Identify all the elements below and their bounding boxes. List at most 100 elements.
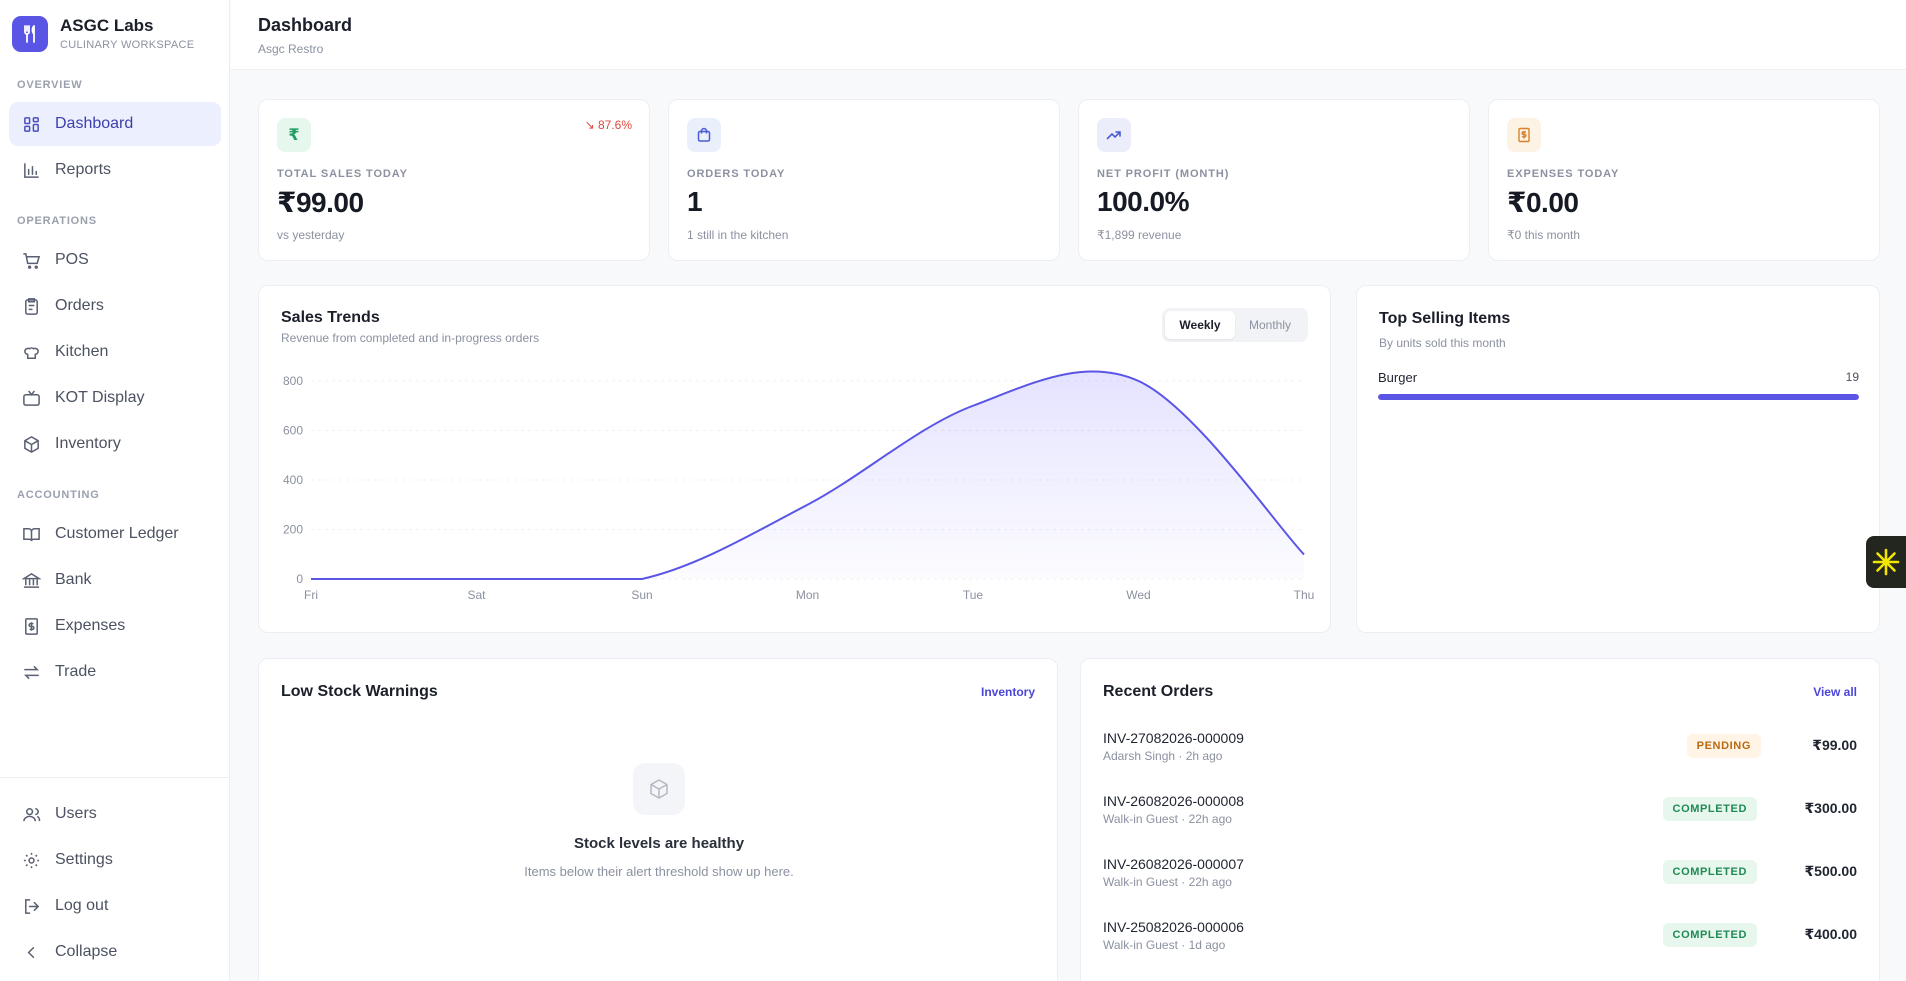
top-item-bar-track xyxy=(1378,394,1859,400)
stat-value: ₹99.00 xyxy=(277,187,364,218)
trending-up-icon xyxy=(1097,118,1131,152)
brand-subtitle: CULINARY WORKSPACE xyxy=(60,39,195,51)
card-title: Top Selling Items xyxy=(1379,310,1511,327)
sidebar-item-dashboard[interactable]: Dashboard xyxy=(9,102,221,146)
sidebar-item-label: Reports xyxy=(55,161,112,178)
sidebar-item-kot-display[interactable]: KOT Display xyxy=(9,376,221,420)
stat-trend: ↘ 87.6% xyxy=(584,118,632,132)
sidebar-item-pos[interactable]: POS xyxy=(9,238,221,282)
page-subtitle: Asgc Restro xyxy=(258,42,324,56)
status-badge: COMPLETED xyxy=(1662,860,1757,884)
utensils-icon xyxy=(12,16,48,52)
order-id: INV-25082026-000006 xyxy=(1103,919,1244,935)
page-title: Dashboard xyxy=(258,15,353,35)
stat-value: 100.0% xyxy=(1097,186,1189,217)
x-tick-label: Fri xyxy=(304,588,318,602)
sidebar-item-label: Kitchen xyxy=(55,343,109,360)
empty-state-subtitle: Items below their alert threshold show u… xyxy=(524,864,794,879)
x-tick-label: Mon xyxy=(796,588,819,602)
sidebar-item-label: POS xyxy=(55,251,89,268)
assistant-widget-button[interactable] xyxy=(1866,536,1906,588)
order-id: INV-27082026-000009 xyxy=(1103,730,1244,746)
series-area xyxy=(311,371,1304,579)
order-row[interactable]: INV-25082026-000006 Walk-in Guest · 1d a… xyxy=(1103,919,1857,963)
logout-icon xyxy=(25,898,40,914)
order-row[interactable]: INV-26082026-000007 Walk-in Guest · 22h … xyxy=(1103,856,1857,900)
stat-card-net-profit[interactable]: NET PROFIT (MONTH) 100.0% ₹1,899 revenue xyxy=(1078,99,1470,261)
stat-label: EXPENSES TODAY xyxy=(1507,168,1620,180)
bag-icon xyxy=(687,118,721,152)
sidebar-item-label: Customer Ledger xyxy=(55,525,179,542)
bar-chart-icon xyxy=(24,162,39,178)
stat-value: ₹0.00 xyxy=(1507,187,1579,218)
rupee-icon: ₹ xyxy=(277,118,311,152)
order-meta: Walk-in Guest · 22h ago xyxy=(1103,812,1232,826)
sidebar-item-label: Users xyxy=(55,805,97,822)
x-tick-label: Thu xyxy=(1294,588,1315,602)
stat-label: ORDERS TODAY xyxy=(687,168,786,180)
receipt-icon xyxy=(1507,118,1541,152)
sidebar-item-users[interactable]: Users xyxy=(9,792,221,836)
top-item-bar xyxy=(1378,394,1859,400)
sidebar-item-bank[interactable]: Bank xyxy=(9,558,221,602)
cart-icon xyxy=(23,252,41,269)
x-tick-label: Sat xyxy=(467,588,486,602)
sidebar-item-label: Log out xyxy=(55,897,109,914)
order-id: INV-26082026-000008 xyxy=(1103,793,1244,809)
sidebar-item-customer-ledger[interactable]: Customer Ledger xyxy=(9,512,221,556)
sidebar-item-settings[interactable]: Settings xyxy=(9,838,221,882)
sidebar-item-orders[interactable]: Orders xyxy=(9,284,221,328)
stat-subtext: 1 still in the kitchen xyxy=(687,228,789,242)
top-item-name: Burger xyxy=(1378,370,1418,385)
sidebar-collapse-button[interactable]: Collapse xyxy=(9,930,221,974)
swap-icon xyxy=(23,665,40,679)
recent-orders-card: Recent Orders View all INV-27082026-0000… xyxy=(1080,658,1880,981)
sidebar-item-label: Inventory xyxy=(55,435,121,452)
order-row[interactable]: INV-26082026-000008 Walk-in Guest · 22h … xyxy=(1103,793,1857,837)
stat-label: NET PROFIT (MONTH) xyxy=(1097,168,1230,180)
top-item-units: 19 xyxy=(1845,370,1859,384)
top-item-row[interactable]: Burger 19 xyxy=(1378,370,1859,400)
status-badge: PENDING xyxy=(1686,734,1761,758)
y-tick-label: 400 xyxy=(283,473,303,487)
sidebar-item-label: Dashboard xyxy=(55,115,134,132)
stat-card-orders-today[interactable]: ORDERS TODAY 1 1 still in the kitchen xyxy=(668,99,1060,261)
brand-name: ASGC Labs xyxy=(60,16,154,35)
sidebar-item-logout[interactable]: Log out xyxy=(9,884,221,928)
empty-state-title: Stock levels are healthy xyxy=(573,835,745,852)
sidebar-item-kitchen[interactable]: Kitchen xyxy=(9,330,221,374)
page-header: Dashboard Asgc Restro xyxy=(231,0,1906,70)
stat-card-total-sales[interactable]: ₹ ↘ 87.6% TOTAL SALES TODAY ₹99.00 vs ye… xyxy=(258,99,650,261)
gear-icon xyxy=(23,852,40,868)
sparkle-icon xyxy=(1872,548,1900,576)
stat-subtext: vs yesterday xyxy=(277,228,345,242)
sidebar-item-trade[interactable]: Trade xyxy=(9,650,221,694)
x-tick-label: Tue xyxy=(963,588,984,602)
receipt-icon xyxy=(25,617,38,635)
order-row[interactable]: INV-27082026-000009 Adarsh Singh · 2h ag… xyxy=(1103,730,1857,774)
view-all-link[interactable]: View all xyxy=(1813,685,1857,699)
stat-card-expenses[interactable]: EXPENSES TODAY ₹0.00 ₹0 this month xyxy=(1488,99,1880,261)
users-icon xyxy=(23,807,41,821)
sidebar-item-label: Orders xyxy=(55,297,104,314)
order-amount: ₹500.00 xyxy=(1804,863,1857,879)
sidebar-item-expenses[interactable]: Expenses xyxy=(9,604,221,648)
order-amount: ₹300.00 xyxy=(1804,800,1857,816)
section-label-accounting: ACCOUNTING xyxy=(17,489,100,501)
card-subtitle: By units sold this month xyxy=(1379,336,1506,350)
sidebar-item-inventory[interactable]: Inventory xyxy=(9,422,221,466)
y-tick-label: 200 xyxy=(283,523,303,537)
brand[interactable]: ASGC Labs CULINARY WORKSPACE xyxy=(12,16,194,52)
book-icon xyxy=(23,527,40,541)
sales-trend-chart: 0 200 400 600 800 Fri Sat Sun Mon Tue Wed Thu xyxy=(283,370,1315,602)
sidebar-item-reports[interactable]: Reports xyxy=(9,148,221,192)
order-amount: ₹99.00 xyxy=(1812,737,1857,753)
sidebar-item-label: KOT Display xyxy=(55,389,145,406)
x-tick-label: Sun xyxy=(631,588,652,602)
top-selling-card: Top Selling Items By units sold this mon… xyxy=(1356,285,1880,633)
inventory-link[interactable]: Inventory xyxy=(981,685,1035,699)
order-meta: Adarsh Singh · 2h ago xyxy=(1103,749,1223,763)
y-tick-label: 800 xyxy=(283,374,303,388)
stat-label: TOTAL SALES TODAY xyxy=(277,168,408,180)
chevron-left-icon xyxy=(27,946,35,958)
